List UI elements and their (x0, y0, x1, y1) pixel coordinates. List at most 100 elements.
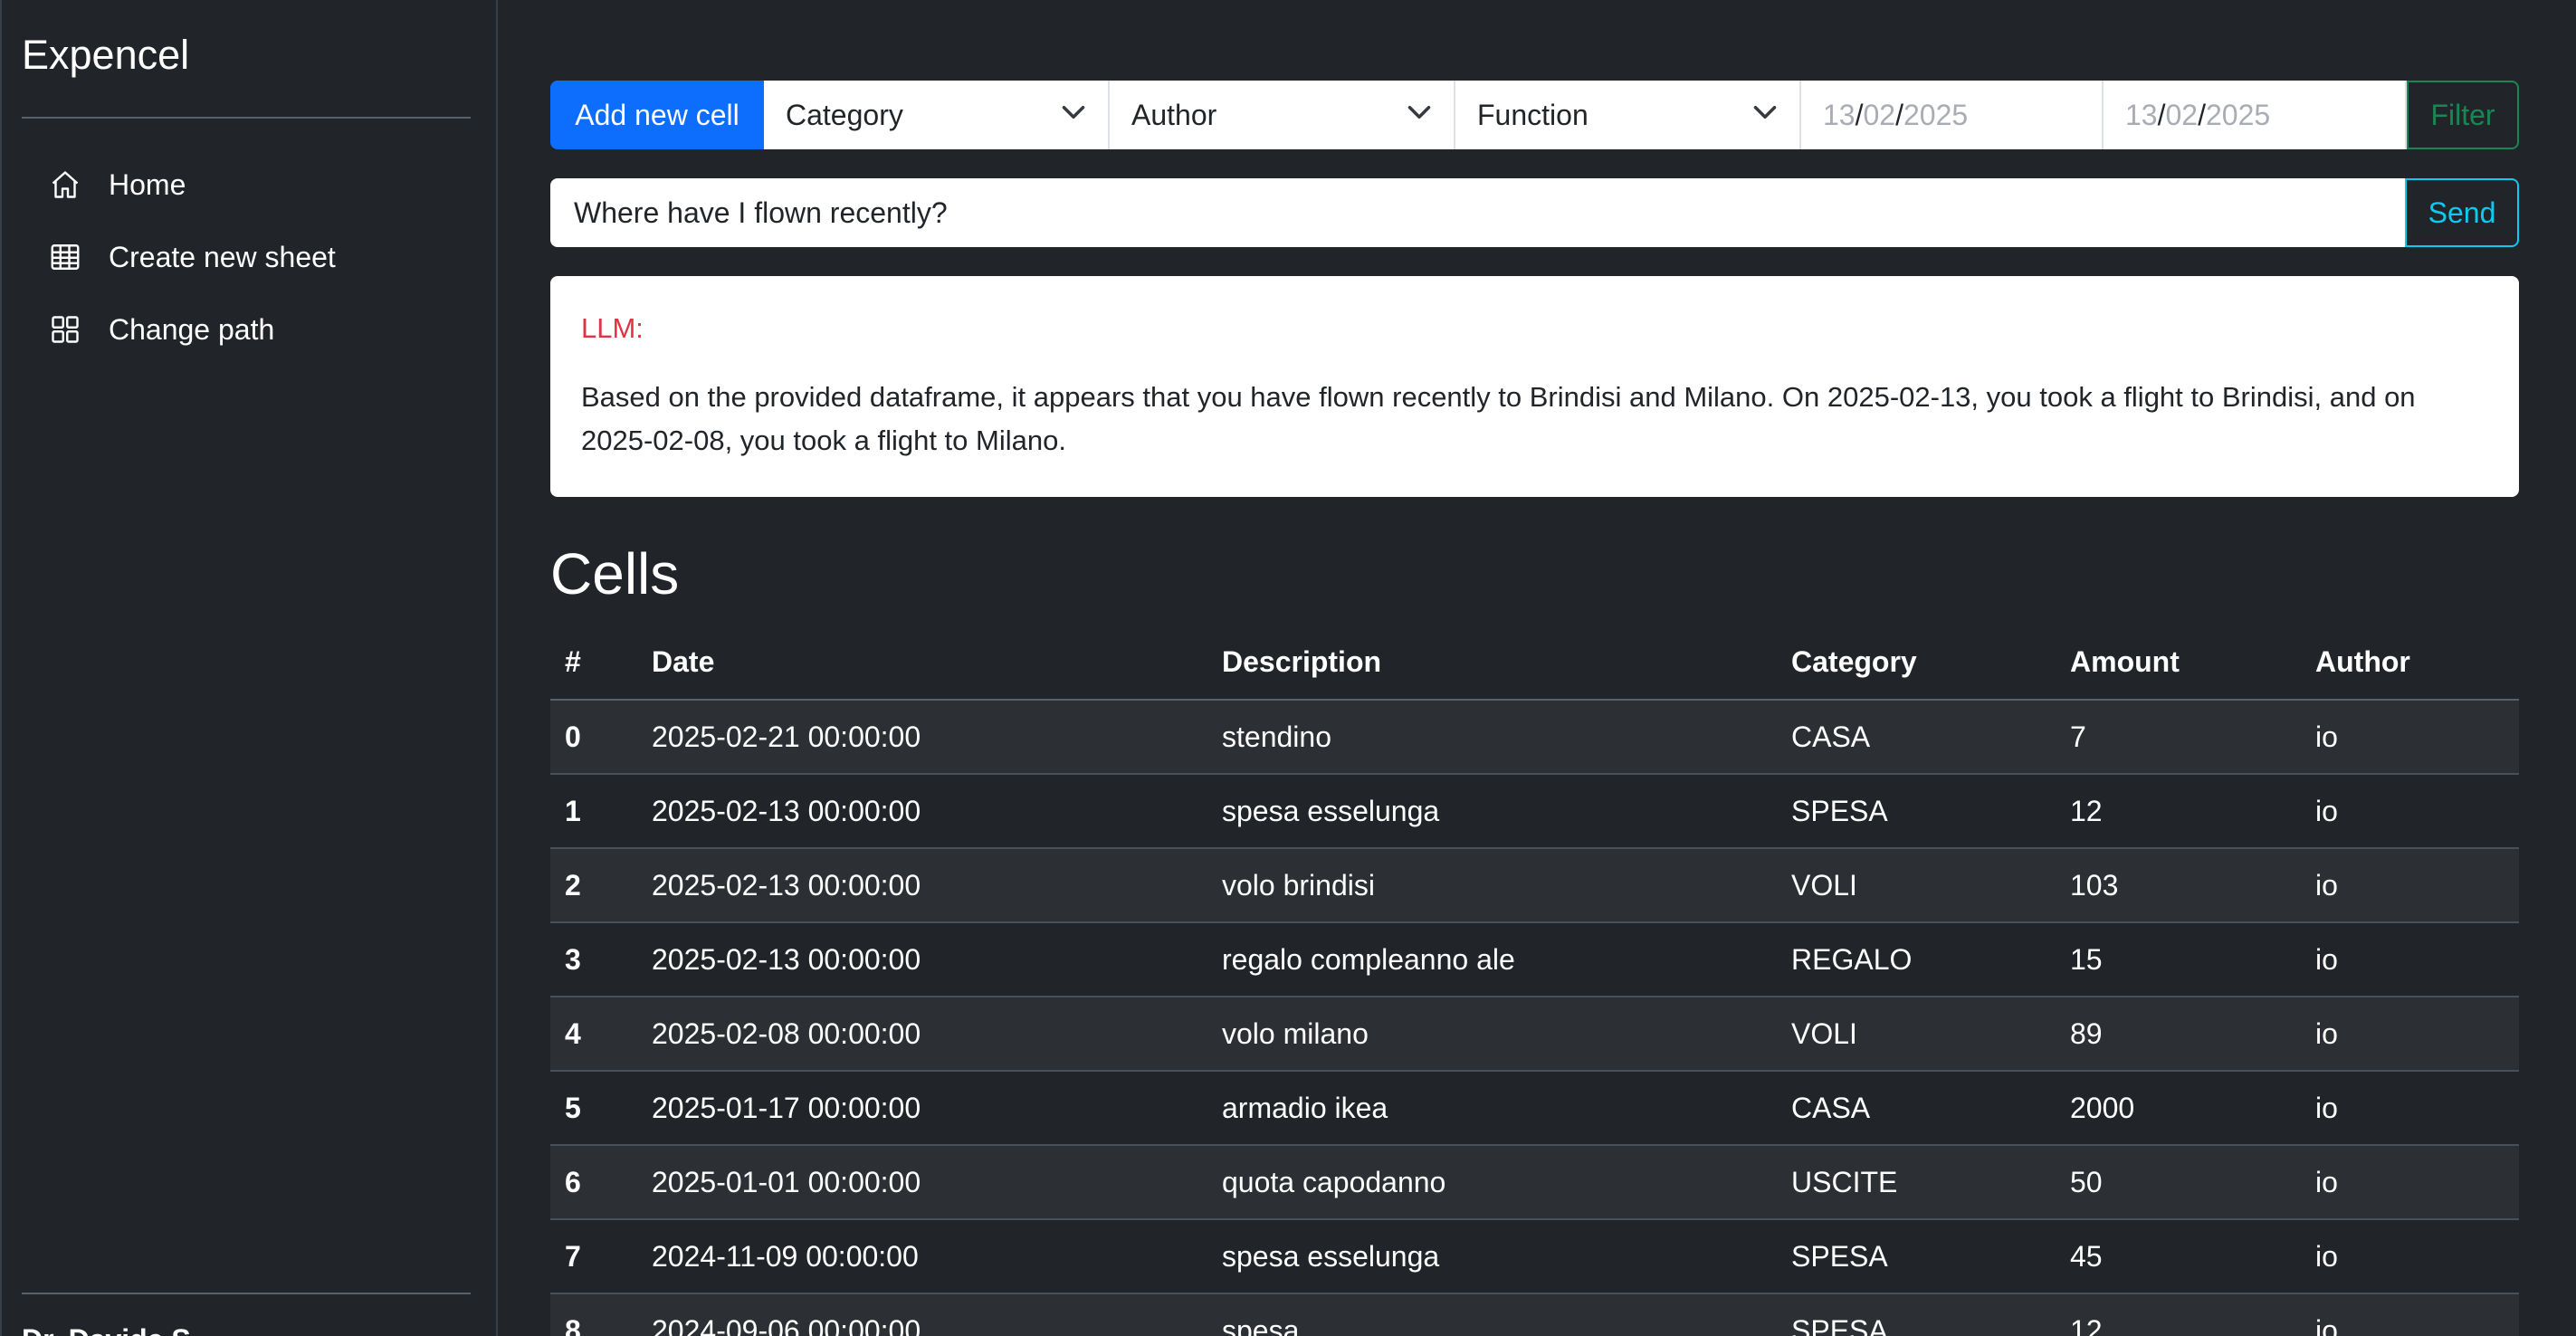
cell-author: io (2301, 997, 2519, 1072)
date-separator: / (2157, 98, 2166, 131)
cell-description: volo brindisi (1207, 848, 1777, 923)
cell-category: CASA (1777, 1071, 2056, 1146)
table-header-row: # Date Description Category Amount Autho… (550, 625, 2519, 701)
column-header-amount: Amount (2056, 625, 2301, 701)
cell-index: 6 (550, 1145, 637, 1220)
filter-button[interactable]: Filter (2407, 81, 2519, 149)
app-brand[interactable]: Expencel (22, 31, 189, 80)
cell-author: io (2301, 774, 2519, 849)
table-row[interactable]: 0 2025-02-21 00:00:00 stendino CASA 7 io (550, 700, 2519, 775)
cell-amount: 89 (2056, 997, 2301, 1072)
category-select[interactable]: Category (764, 81, 1110, 149)
date-to-year: 2025 (2205, 98, 2271, 131)
column-header-index: # (550, 625, 637, 701)
cell-author: io (2301, 922, 2519, 997)
column-header-author: Author (2301, 625, 2519, 701)
sidebar-item-label: Change path (109, 312, 275, 346)
table-row[interactable]: 7 2024-11-09 00:00:00 spesa esselunga SPESA… (550, 1219, 2519, 1294)
cell-description: spesa esselunga (1207, 774, 1777, 849)
add-new-cell-button[interactable]: Add new cell (550, 81, 764, 149)
cell-description: armadio ikea (1207, 1071, 1777, 1146)
table-icon (49, 241, 81, 273)
grid-icon (49, 313, 81, 346)
sidebar-item-change-path[interactable]: Change path (22, 293, 474, 366)
cell-category: VOLI (1777, 848, 2056, 923)
cell-amount: 2000 (2056, 1071, 2301, 1146)
column-header-date: Date (637, 625, 1207, 701)
sidebar-item-create-new-sheet[interactable]: Create new sheet (22, 221, 474, 293)
table-row[interactable]: 5 2025-01-17 00:00:00 armadio ikea CASA 2000… (550, 1071, 2519, 1146)
cell-category: SPESA (1777, 1293, 2056, 1336)
table-row[interactable]: 6 2025-01-01 00:00:00 quota capodanno USCIT… (550, 1145, 2519, 1220)
date-separator: / (2198, 98, 2206, 131)
home-icon (49, 168, 81, 201)
cell-category: REGALO (1777, 922, 2056, 997)
date-separator: / (1855, 98, 1864, 131)
date-from-input[interactable]: 13/02/2025 (1801, 81, 2104, 149)
cell-description: stendino (1207, 700, 1777, 775)
cell-category: SPESA (1777, 774, 2056, 849)
sidebar-item-label: Create new sheet (109, 240, 336, 273)
cell-amount: 12 (2056, 774, 2301, 849)
cell-amount: 7 (2056, 700, 2301, 775)
user-menu[interactable]: Dr. Davide S (22, 1323, 191, 1336)
cells-table-body: 0 2025-02-21 00:00:00 stendino CASA 7 io 1 2025… (550, 700, 2519, 1336)
date-from-month: 02 (1863, 98, 1896, 131)
cell-category: SPESA (1777, 1219, 2056, 1294)
cell-description: volo milano (1207, 997, 1777, 1072)
date-from-day: 13 (1823, 98, 1856, 131)
table-row[interactable]: 1 2025-02-13 00:00:00 spesa esselunga SPESA… (550, 774, 2519, 849)
cell-index: 4 (550, 997, 637, 1072)
cell-date: 2025-02-13 00:00:00 (637, 774, 1207, 849)
app-window: Expencel Home Create new sheet Change pa… (0, 0, 2576, 1336)
cell-category: VOLI (1777, 997, 2056, 1072)
cells-table: # Date Description Category Amount Autho… (550, 625, 2519, 1336)
llm-label: LLM: (581, 312, 644, 344)
cell-amount: 15 (2056, 922, 2301, 997)
cell-description: spesa esselunga (1207, 1219, 1777, 1294)
cell-amount: 45 (2056, 1219, 2301, 1294)
cell-index: 1 (550, 774, 637, 849)
category-select-value: Category (786, 98, 903, 131)
chevron-down-icon (1752, 99, 1778, 132)
cell-index: 7 (550, 1219, 637, 1294)
function-select[interactable]: Function (1455, 81, 1801, 149)
column-header-category: Category (1777, 625, 2056, 701)
cell-author: io (2301, 1145, 2519, 1220)
sidebar: Expencel Home Create new sheet Change pa… (0, 0, 498, 1336)
cell-date: 2024-11-09 00:00:00 (637, 1219, 1207, 1294)
sidebar-nav: Home Create new sheet Change path (22, 148, 474, 366)
author-select[interactable]: Author (1110, 81, 1455, 149)
cell-author: io (2301, 848, 2519, 923)
cell-index: 3 (550, 922, 637, 997)
send-button[interactable]: Send (2405, 178, 2519, 247)
chevron-down-icon (1407, 99, 1432, 132)
cell-amount: 103 (2056, 848, 2301, 923)
cell-author: io (2301, 1293, 2519, 1336)
table-row[interactable]: 8 2024-09-06 00:00:00 spesa SPESA 12 io (550, 1293, 2519, 1336)
query-input[interactable] (550, 178, 2405, 247)
cells-heading: Cells (550, 541, 680, 606)
sidebar-divider-bottom (22, 1293, 471, 1294)
cell-date: 2025-02-13 00:00:00 (637, 922, 1207, 997)
cell-date: 2025-02-21 00:00:00 (637, 700, 1207, 775)
cell-category: USCITE (1777, 1145, 2056, 1220)
cell-index: 8 (550, 1293, 637, 1336)
date-to-input[interactable]: 13/02/2025 (2104, 81, 2407, 149)
table-row[interactable]: 3 2025-02-13 00:00:00 regalo compleanno al… (550, 922, 2519, 997)
filter-toolbar: Add new cell Category Author Function 13… (550, 81, 2519, 149)
function-select-value: Function (1477, 98, 1589, 131)
cell-index: 2 (550, 848, 637, 923)
chevron-down-icon (1061, 99, 1086, 132)
cell-date: 2025-02-13 00:00:00 (637, 848, 1207, 923)
sidebar-item-label: Home (109, 167, 186, 201)
date-from-year: 2025 (1903, 98, 1969, 131)
cell-description: regalo compleanno ale (1207, 922, 1777, 997)
cell-date: 2025-01-17 00:00:00 (637, 1071, 1207, 1146)
table-row[interactable]: 4 2025-02-08 00:00:00 volo milano VOLI 89 io (550, 997, 2519, 1072)
cell-description: spesa (1207, 1293, 1777, 1336)
table-row[interactable]: 2 2025-02-13 00:00:00 volo brindisi VOLI 103… (550, 848, 2519, 923)
sidebar-item-home[interactable]: Home (22, 148, 474, 221)
cell-author: io (2301, 1219, 2519, 1294)
cell-author: io (2301, 700, 2519, 775)
